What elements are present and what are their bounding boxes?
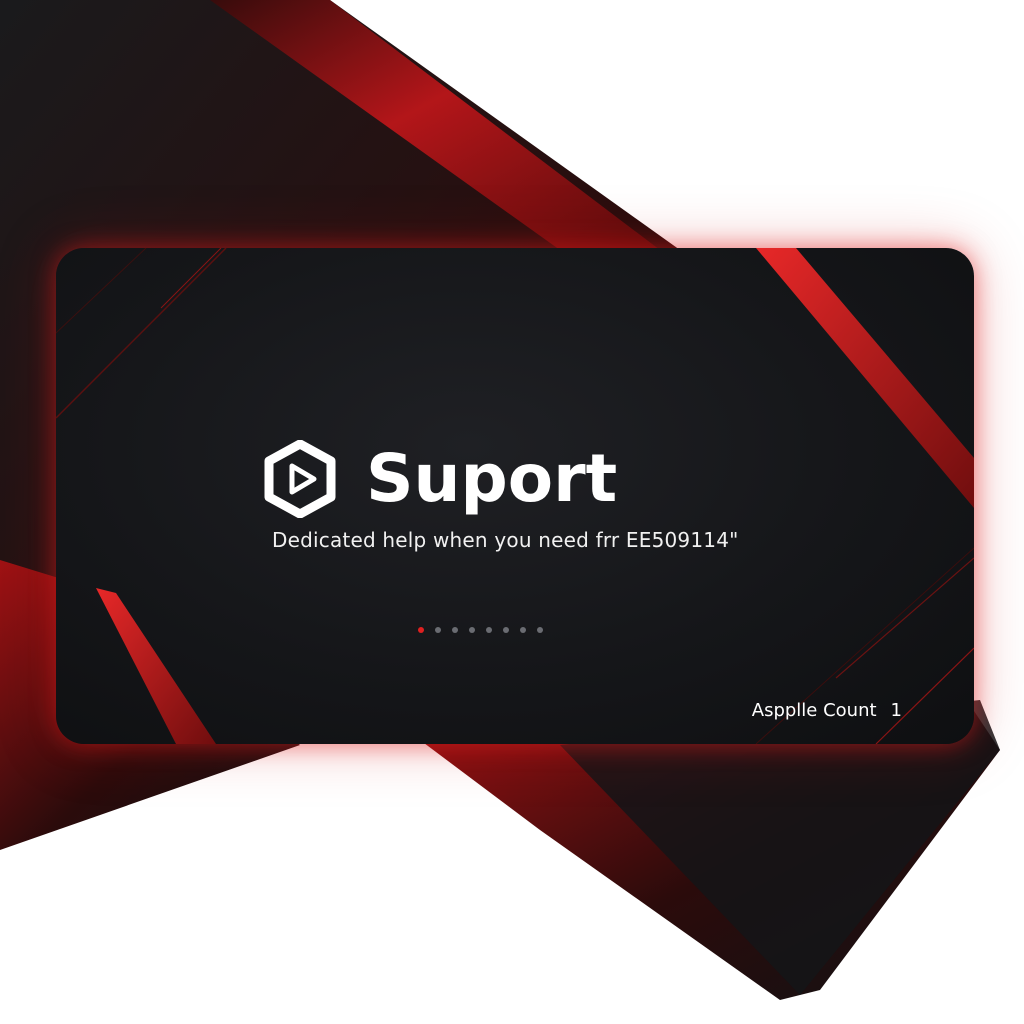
carousel-dot[interactable] (520, 627, 526, 633)
support-card: Suport Dedicated help when you need frr … (56, 248, 974, 744)
tagline: Dedicated help when you need frr EE50911… (272, 528, 739, 552)
carousel-dot[interactable] (469, 627, 475, 633)
carousel-dot[interactable] (418, 627, 424, 633)
play-hexagon-icon (264, 440, 336, 518)
carousel-dot[interactable] (486, 627, 492, 633)
carousel-dot[interactable] (503, 627, 509, 633)
brand-title: Suport (366, 440, 618, 517)
carousel-indicator (418, 627, 543, 633)
footer-count: Aspplle Count 1 (752, 700, 902, 721)
carousel-dot[interactable] (537, 627, 543, 633)
brand-header: Suport (264, 440, 617, 518)
footer-count-value: 1 (890, 700, 902, 721)
splash-screen: Suport Dedicated help when you need frr … (0, 0, 1024, 1024)
carousel-dot[interactable] (452, 627, 458, 633)
carousel-dot[interactable] (435, 627, 441, 633)
footer-label: Aspplle Count (751, 700, 877, 721)
